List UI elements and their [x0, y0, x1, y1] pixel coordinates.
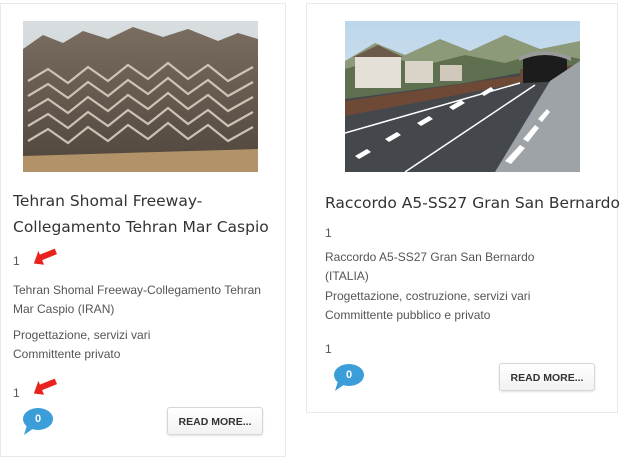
comment-count-badge[interactable]: 0 — [333, 363, 365, 393]
read-more-button[interactable]: READ MORE... — [499, 363, 595, 391]
red-arrow-icon — [33, 248, 57, 265]
project-services: Progettazione, costruzione, servizi vari — [325, 289, 531, 303]
comment-count: 0 — [34, 413, 42, 425]
red-arrow-icon — [33, 378, 57, 395]
project-services: Progettazione, servizi vari — [13, 328, 151, 342]
read-more-button[interactable]: READ MORE... — [167, 407, 263, 435]
project-title[interactable]: Tehran Shomal Freeway-Collegamento Tehra… — [13, 188, 278, 240]
comment-count-badge[interactable]: 0 — [22, 407, 54, 437]
project-number-top: 1 — [325, 226, 332, 240]
project-image[interactable] — [345, 21, 580, 172]
project-card-gran-san-bernardo: Raccordo A5-SS27 Gran San Bernardo 1 Rac… — [306, 3, 620, 413]
project-location: Raccordo A5-SS27 Gran San Bernardo (ITAL… — [325, 250, 535, 283]
project-image[interactable] — [23, 21, 258, 172]
project-title[interactable]: Raccordo A5-SS27 Gran San Bernardo — [325, 190, 620, 216]
project-number-top: 1 — [13, 254, 20, 268]
project-card-tehran: Tehran Shomal Freeway-Collegamento Tehra… — [0, 3, 286, 457]
comment-count: 0 — [345, 369, 353, 381]
project-number-bottom: 1 — [13, 386, 20, 400]
project-client: Committente privato — [13, 347, 121, 361]
project-number-bottom: 1 — [325, 342, 332, 356]
project-client: Committente pubblico e privato — [325, 308, 491, 322]
project-location: Tehran Shomal Freeway-Collegamento Tehra… — [13, 283, 261, 316]
